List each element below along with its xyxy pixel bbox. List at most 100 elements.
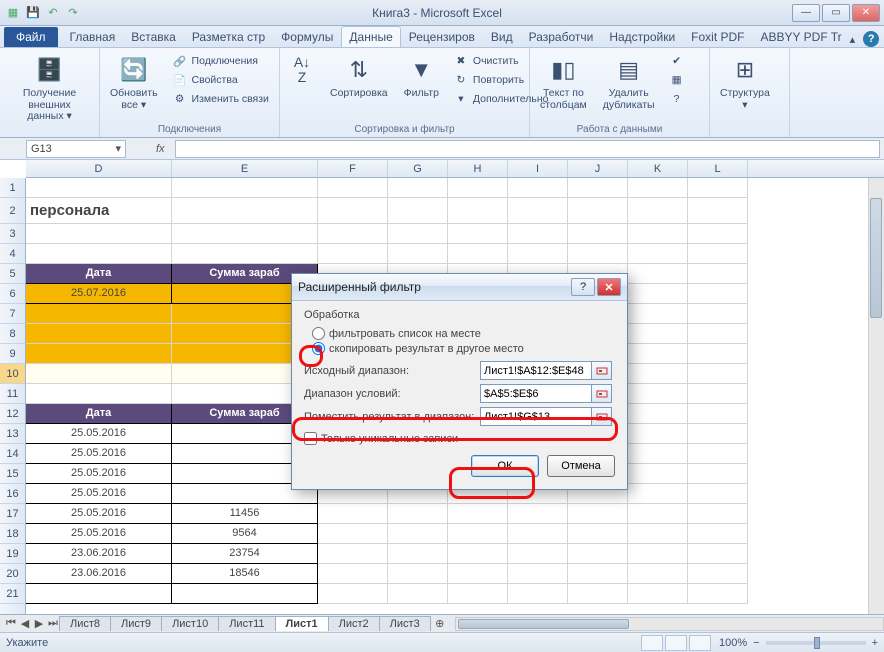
tab-foxit[interactable]: Foxit PDF	[683, 26, 752, 47]
refresh-icon: 🔄	[118, 54, 150, 86]
fx-icon[interactable]: fx	[156, 143, 165, 155]
col-header[interactable]: G	[388, 160, 448, 177]
text-to-columns-button[interactable]: ▮▯ Текст по столбцам	[532, 50, 595, 115]
copy-to-input[interactable]	[480, 407, 592, 426]
help-icon[interactable]: ?	[863, 31, 879, 47]
maximize-button[interactable]: ▭	[822, 4, 850, 22]
col-header[interactable]: K	[628, 160, 688, 177]
col-header[interactable]: D	[26, 160, 172, 177]
col-header[interactable]: E	[172, 160, 318, 177]
horizontal-scrollbar[interactable]	[455, 617, 884, 631]
collapse-dialog-button[interactable]	[592, 384, 612, 403]
zoom-level[interactable]: 100%	[719, 637, 747, 649]
ok-button[interactable]: ОК	[471, 455, 539, 477]
radio-filter-in-place[interactable]	[312, 327, 325, 340]
filter-button[interactable]: ▼ Фильтр	[396, 50, 447, 104]
sheet-tab[interactable]: Лист8	[59, 616, 111, 631]
text-to-columns-icon: ▮▯	[547, 54, 579, 86]
name-box[interactable]: G13 ▾	[26, 140, 126, 158]
name-box-value: G13	[31, 143, 52, 155]
tab-review[interactable]: Рецензиров	[401, 26, 483, 47]
consolidate-button[interactable]: ▦	[667, 71, 687, 89]
whatif-button[interactable]: ?	[667, 90, 687, 108]
sheet-tab[interactable]: Лист11	[218, 616, 275, 631]
prev-sheet-button[interactable]: ◀	[18, 617, 32, 630]
tab-layout[interactable]: Разметка стр	[184, 26, 273, 47]
zoom-out-button[interactable]: −	[753, 637, 759, 649]
minimize-button[interactable]: —	[792, 4, 820, 22]
sheet-tab[interactable]: Лист2	[328, 616, 380, 631]
radio-copy-to-location[interactable]	[312, 342, 325, 355]
connections-button[interactable]: 🔗Подключения	[170, 52, 271, 70]
radio-copy-to-location-label: скопировать результат в другое место	[329, 343, 524, 355]
row-headers: 1 2 3 4 5 6 7 8 9 10 11 12 13 14 15 16 1…	[0, 178, 26, 614]
zoom-slider[interactable]	[766, 641, 866, 645]
tab-abbyy[interactable]: ABBYY PDF Tr	[753, 26, 850, 47]
vertical-scrollbar[interactable]	[868, 178, 884, 614]
edit-links-button[interactable]: ⚙Изменить связи	[170, 90, 271, 108]
sheet-tab[interactable]: Лист10	[161, 616, 219, 631]
page-break-view-button[interactable]	[689, 635, 711, 651]
radio-filter-in-place-label: фильтровать список на месте	[329, 328, 481, 340]
dialog-title: Расширенный фильтр	[298, 280, 421, 294]
first-sheet-button[interactable]: ⏮	[4, 617, 18, 630]
save-icon[interactable]: 💾	[24, 4, 42, 22]
list-range-input[interactable]	[480, 361, 592, 380]
sheet-tab[interactable]: Лист1	[275, 616, 329, 631]
col-header[interactable]: H	[448, 160, 508, 177]
cell[interactable]: Дата	[26, 404, 172, 424]
sheet-tab[interactable]: Лист3	[379, 616, 431, 631]
sheet-tab[interactable]: Лист9	[110, 616, 162, 631]
minimize-ribbon-icon[interactable]: ▴	[850, 33, 856, 46]
tab-formulas[interactable]: Формулы	[273, 26, 341, 47]
cancel-button[interactable]: Отмена	[547, 455, 615, 477]
redo-icon[interactable]: ↷	[64, 4, 82, 22]
last-sheet-button[interactable]: ⏭	[46, 617, 60, 630]
tab-data[interactable]: Данные	[341, 26, 400, 47]
undo-icon[interactable]: ↶	[44, 4, 62, 22]
sheet-tab-bar: ⏮ ◀ ▶ ⏭ Лист8 Лист9 Лист10 Лист11 Лист1 …	[0, 614, 884, 632]
unique-records-checkbox[interactable]	[304, 432, 317, 445]
column-headers: D E F G H I J K L	[26, 160, 884, 178]
sort-az-button[interactable]: A↓Z	[282, 50, 322, 92]
file-tab[interactable]: Файл	[4, 27, 58, 47]
col-header[interactable]: L	[688, 160, 748, 177]
tab-view[interactable]: Вид	[483, 26, 521, 47]
new-sheet-button[interactable]: ⊕	[433, 617, 447, 630]
cell[interactable]: Дата	[26, 264, 172, 284]
close-button[interactable]: ✕	[852, 4, 880, 22]
dialog-help-button[interactable]: ?	[571, 278, 595, 296]
dialog-close-button[interactable]: ✕	[597, 278, 621, 296]
page-layout-view-button[interactable]	[665, 635, 687, 651]
group-data-tools-label: Работа с данными	[530, 124, 709, 137]
formula-bar-row: G13 ▾ fx	[0, 138, 884, 160]
data-validation-button[interactable]: ✔	[667, 52, 687, 70]
zoom-in-button[interactable]: +	[872, 637, 878, 649]
get-external-data-button[interactable]: 🗄️ Получение внешних данных ▾	[2, 50, 97, 127]
formula-bar[interactable]	[175, 140, 880, 158]
outline-icon: ⊞	[729, 54, 761, 86]
col-header[interactable]: F	[318, 160, 388, 177]
sort-button[interactable]: ⇅ Сортировка	[322, 50, 396, 104]
col-header[interactable]: J	[568, 160, 628, 177]
normal-view-button[interactable]	[641, 635, 663, 651]
chevron-down-icon[interactable]: ▾	[115, 142, 121, 155]
criteria-range-input[interactable]	[480, 384, 592, 403]
collapse-dialog-button[interactable]	[592, 407, 612, 426]
outline-button[interactable]: ⊞ Структура ▾	[712, 50, 778, 115]
cell[interactable]: персонала	[26, 198, 172, 224]
tab-insert[interactable]: Вставка	[123, 26, 184, 47]
title-bar: ▦ 💾 ↶ ↷ Книга3 - Microsoft Excel — ▭ ✕	[0, 0, 884, 26]
col-header[interactable]: I	[508, 160, 568, 177]
collapse-dialog-button[interactable]	[592, 361, 612, 380]
tab-addins[interactable]: Надстройки	[601, 26, 683, 47]
refresh-all-button[interactable]: 🔄 Обновить все ▾	[102, 50, 166, 115]
tab-home[interactable]: Главная	[62, 26, 124, 47]
cell[interactable]: 25.07.2016	[26, 284, 172, 304]
advanced-icon: ▾	[453, 91, 469, 107]
remove-duplicates-button[interactable]: ▤ Удалить дубликаты	[595, 50, 663, 115]
next-sheet-button[interactable]: ▶	[32, 617, 46, 630]
properties-button[interactable]: 📄Свойства	[170, 71, 271, 89]
dialog-titlebar[interactable]: Расширенный фильтр ? ✕	[292, 274, 627, 301]
tab-developer[interactable]: Разработчи	[521, 26, 602, 47]
